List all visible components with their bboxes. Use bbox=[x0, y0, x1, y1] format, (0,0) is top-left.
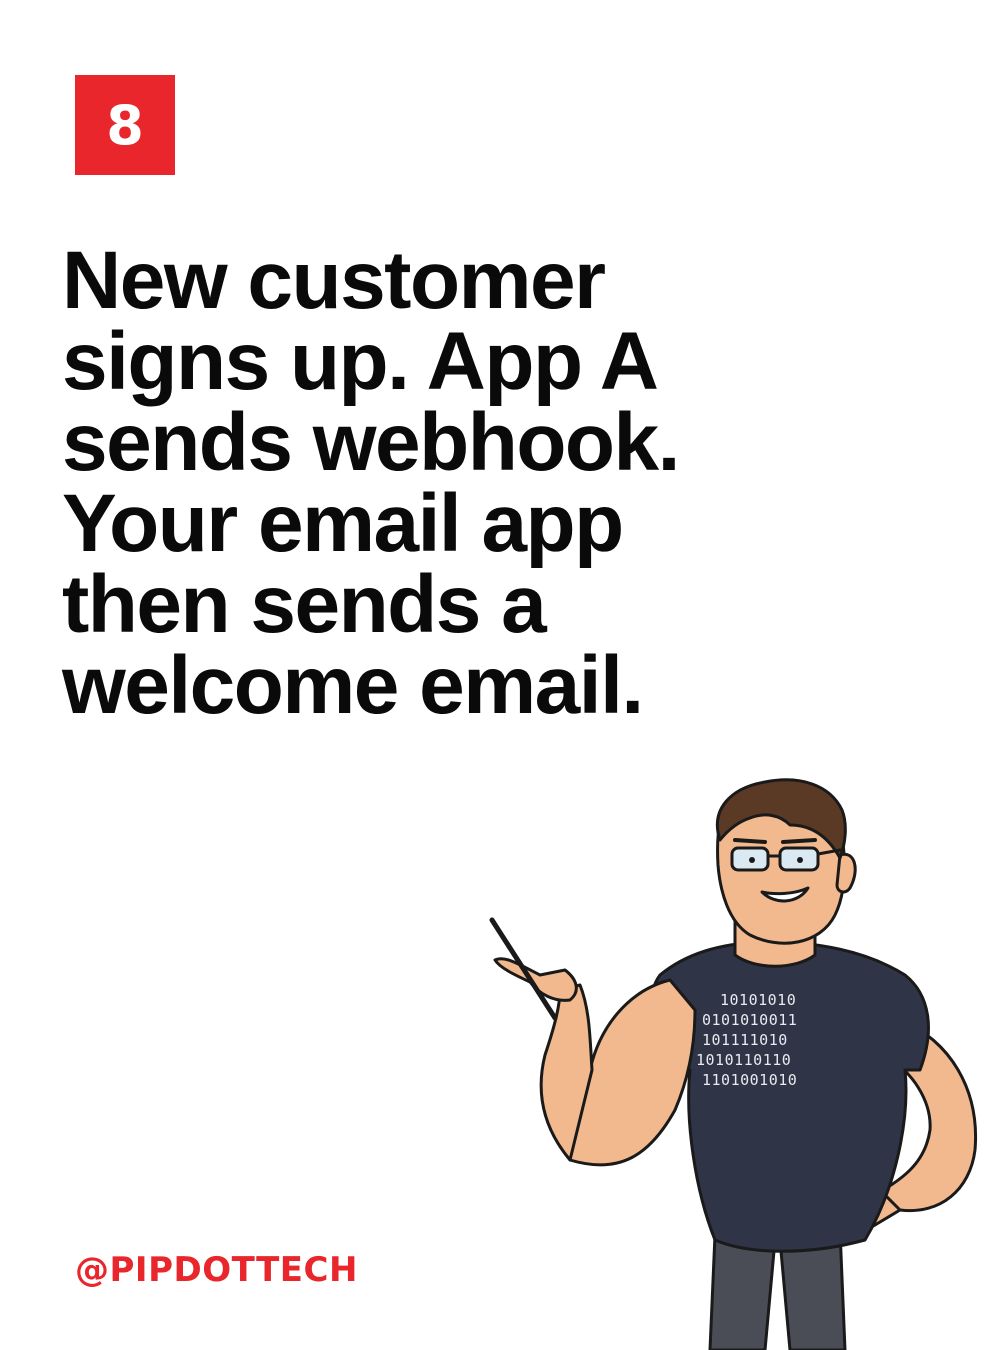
shirt-code-line: 10101010 bbox=[720, 991, 796, 1009]
shirt-code-line: 1101001010 bbox=[702, 1071, 797, 1089]
ear bbox=[835, 852, 857, 894]
headline-line: welcome email. bbox=[62, 640, 644, 731]
presenter-illustration: 10101010 0101010011 101111010 1010110110… bbox=[489, 778, 978, 1350]
headline-line: sends webhook. bbox=[62, 397, 680, 488]
author-handle: @PIPDOTTECH bbox=[75, 1250, 358, 1290]
shirt-code-line: 1010110110 bbox=[696, 1051, 791, 1069]
pointing-hand bbox=[493, 957, 578, 1002]
shirt-code-line: 0101010011 bbox=[702, 1011, 797, 1029]
headline-line: signs up. App A bbox=[62, 316, 659, 407]
pointer-stick bbox=[489, 917, 558, 1021]
left-leg bbox=[708, 1233, 777, 1350]
shirt-code-line: 101111010 bbox=[702, 1031, 788, 1049]
headline: New customer signs up. App A sends webho… bbox=[62, 235, 782, 731]
headline-line: New customer bbox=[62, 235, 606, 326]
slide-number-badge: 8 bbox=[75, 75, 175, 175]
headline-line: then sends a bbox=[62, 559, 547, 650]
headline-line: Your email app bbox=[62, 478, 624, 569]
